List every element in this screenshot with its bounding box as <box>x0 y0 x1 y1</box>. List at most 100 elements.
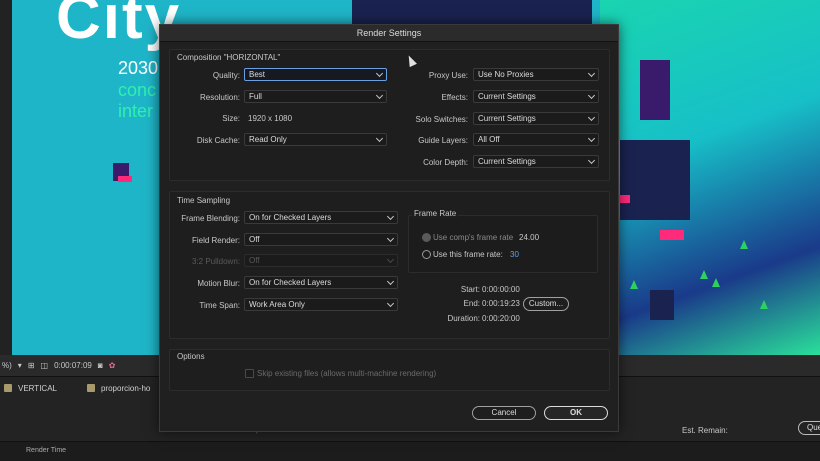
color-icon[interactable]: ✿ <box>109 361 116 370</box>
est-remain-label: Est. Remain: <box>682 426 728 435</box>
art-line: conc <box>118 80 157 100</box>
render-queue-header: Render Time <box>0 441 820 461</box>
ok-button[interactable]: OK <box>544 406 608 420</box>
guide-layers-label: Guide Layers: <box>418 136 468 145</box>
quality-value: Best <box>249 70 266 79</box>
resolution-select[interactable]: Full <box>244 90 387 103</box>
chevron-down-icon <box>587 69 596 78</box>
resolution-label: Resolution: <box>199 93 240 102</box>
disk-cache-label: Disk Cache: <box>196 136 240 145</box>
quality-select[interactable]: Best <box>244 68 387 81</box>
size-label: Size: <box>222 114 240 123</box>
proxy-use-value: Use No Proxies <box>478 70 534 79</box>
use-comp-rate-radio[interactable] <box>422 233 431 242</box>
duration-value: 0:00:20:00 <box>482 314 520 323</box>
resolution-value: Full <box>249 92 262 101</box>
tab-proporcion[interactable]: proporcion-ho <box>86 383 151 393</box>
art-building <box>640 60 670 120</box>
render-time-column[interactable]: Render Time <box>26 447 66 454</box>
frame-rate-input[interactable]: 30 <box>510 250 519 259</box>
solo-switches-value: Current Settings <box>478 114 536 123</box>
art-tree <box>630 280 638 289</box>
skip-existing-checkbox[interactable] <box>245 369 254 378</box>
motion-blur-value: On for Checked Layers <box>249 278 332 287</box>
art-line: inter <box>118 101 154 121</box>
disk-cache-value: Read Only <box>249 135 287 144</box>
art-cube-accent <box>118 176 132 182</box>
solo-switches-label: Solo Switches: <box>415 115 468 124</box>
mask-icon[interactable]: ◫ <box>41 361 49 370</box>
dropdown-chevron-icon[interactable]: ▾ <box>18 361 22 370</box>
timecode[interactable]: 0:00:07:09 <box>54 361 92 370</box>
chevron-down-icon <box>587 134 596 143</box>
time-span-value: Work Area Only <box>249 300 305 309</box>
effects-value: Current Settings <box>478 92 536 101</box>
field-render-value: Off <box>249 235 260 244</box>
region-icon[interactable]: ⊞ <box>28 361 35 370</box>
chevron-down-icon <box>375 91 384 100</box>
skip-existing-label: Skip existing files (allows multi-machin… <box>257 369 437 378</box>
effects-select[interactable]: Current Settings <box>473 90 599 103</box>
proxy-use-select[interactable]: Use No Proxies <box>473 68 599 81</box>
disk-cache-select[interactable]: Read Only <box>244 133 387 146</box>
comp-icon <box>86 384 95 392</box>
zoom-readout[interactable]: %) <box>2 361 12 370</box>
pulldown-value: Off <box>249 256 260 265</box>
chevron-down-icon <box>375 134 384 143</box>
art-tree <box>712 278 720 287</box>
chevron-down-icon <box>587 113 596 122</box>
use-this-rate-label: Use this frame rate: <box>433 250 503 259</box>
solo-switches-select[interactable]: Current Settings <box>473 112 599 125</box>
art-tree <box>700 270 708 279</box>
start-label: Start: <box>460 285 480 294</box>
chevron-down-icon <box>386 212 395 221</box>
frame-blending-select[interactable]: On for Checked Layers <box>244 211 398 224</box>
duration-label: Duration: <box>447 314 480 323</box>
chevron-down-icon <box>587 156 596 165</box>
size-value: 1920 x 1080 <box>248 114 293 123</box>
tab-vertical[interactable]: VERTICAL <box>4 384 57 393</box>
effects-label: Effects: <box>441 93 468 102</box>
art-strip <box>352 0 592 24</box>
options-title: Options <box>177 352 205 361</box>
composition-title: Composition "HORIZONTAL" <box>177 53 281 62</box>
comp-icon <box>4 384 12 392</box>
chevron-down-icon <box>587 91 596 100</box>
motion-blur-select[interactable]: On for Checked Layers <box>244 276 398 289</box>
queue-button[interactable]: Que <box>798 421 820 435</box>
tab-label: proporcion-ho <box>100 383 151 393</box>
color-depth-label: Color Depth: <box>423 158 468 167</box>
chevron-down-icon <box>386 255 395 264</box>
end-value: 0:00:19:23 <box>482 299 520 308</box>
art-building-accent <box>660 230 684 240</box>
art-tree <box>740 240 748 249</box>
frame-rate-group <box>408 215 598 273</box>
viewer-edge <box>0 0 12 355</box>
frame-blending-label: Frame Blending: <box>181 214 240 223</box>
custom-button[interactable]: Custom... <box>523 297 569 311</box>
chevron-down-icon <box>386 234 395 243</box>
camera-icon[interactable]: ◙ <box>98 361 103 370</box>
guide-layers-value: All Off <box>478 135 500 144</box>
dialog-title: Render Settings <box>160 25 618 42</box>
cancel-button[interactable]: Cancel <box>472 406 536 420</box>
color-depth-select[interactable]: Current Settings <box>473 155 599 168</box>
time-sampling-title: Time Sampling <box>177 196 231 205</box>
guide-layers-select[interactable]: All Off <box>473 133 599 146</box>
color-depth-value: Current Settings <box>478 157 536 166</box>
pulldown-label: 3:2 Pulldown: <box>191 257 240 266</box>
time-span-label: Time Span: <box>199 301 240 310</box>
chevron-down-icon <box>386 299 395 308</box>
use-comp-rate-label: Use comp's frame rate <box>433 233 514 242</box>
frame-blending-value: On for Checked Layers <box>249 213 332 222</box>
art-building <box>650 290 674 320</box>
art-building <box>620 140 690 220</box>
chevron-down-icon <box>386 277 395 286</box>
proxy-use-label: Proxy Use: <box>428 71 468 80</box>
use-this-rate-radio[interactable] <box>422 250 431 259</box>
field-render-select[interactable]: Off <box>244 233 398 246</box>
frame-rate-title: Frame Rate <box>412 209 459 218</box>
time-span-select[interactable]: Work Area Only <box>244 298 398 311</box>
art-line: 2030 <box>118 58 159 78</box>
pulldown-select[interactable]: Off <box>244 254 398 267</box>
